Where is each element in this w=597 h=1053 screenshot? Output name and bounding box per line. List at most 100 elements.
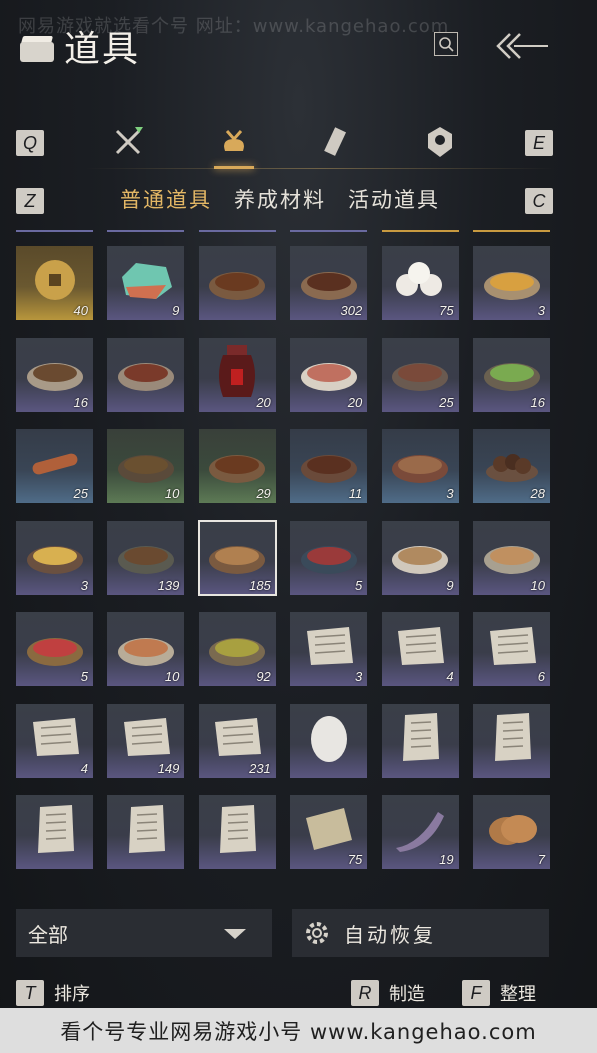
tab-prev-key[interactable]: Q [16,130,44,156]
inventory-slot[interactable]: 20 [198,337,276,412]
subtab-common-items[interactable]: 普通道具 [120,184,212,214]
inventory-slot[interactable] [107,795,185,869]
inventory-slot[interactable]: 231 [198,703,276,778]
meatballs-icon [483,440,541,490]
inventory-slot[interactable]: 7 [473,795,550,869]
inventory-slot[interactable]: 20 [290,337,368,412]
inventory-slot[interactable]: 16 [16,337,93,412]
egg-plate-icon [298,347,360,399]
inventory-slot[interactable]: 25 [381,337,459,412]
item-count: 20 [256,394,271,410]
inventory-slot[interactable]: 10 [107,429,185,503]
active-tab-indicator [214,166,254,169]
item-count: 5 [80,669,88,684]
crossed-swords-icon[interactable] [108,122,148,162]
badge-icon[interactable] [420,122,460,162]
inventory-slot[interactable]: 10 [107,612,185,686]
inventory-slot[interactable]: 3 [473,246,550,320]
item-count: 9 [172,303,180,318]
back-icon[interactable] [492,28,550,64]
subtab-event-items[interactable]: 活动道具 [348,184,440,214]
inventory-slot[interactable]: 185 [197,519,277,596]
inventory-slot[interactable]: 75 [290,795,368,869]
noodle-plate-icon [481,530,543,582]
item-count: 16 [73,394,88,410]
inventory-slot[interactable]: 3 [16,520,93,595]
hint-sort[interactable]: T 排序 [16,980,90,1006]
recipe-paper-icon [118,714,174,764]
item-count: 231 [249,760,271,776]
inventory-slot[interactable]: 3 [290,612,368,686]
inventory-slot[interactable]: 29 [198,429,276,503]
item-box-icon [18,28,58,64]
inventory-slot[interactable]: 11 [290,429,368,503]
inventory-slot[interactable]: 139 [107,520,185,595]
item-count: 75 [439,303,454,318]
letter-icon [32,801,78,861]
inventory-slot[interactable]: 16 [473,337,550,412]
inventory-slot[interactable]: 149 [107,703,185,778]
tab-next-key[interactable]: E [525,130,553,156]
stone-pot-icon [115,530,177,582]
auto-restore-button[interactable]: 自动恢复 [292,909,549,957]
pastry-bowl-icon [206,530,268,582]
egg-icon [306,710,352,768]
soup-bowl-icon [481,256,543,308]
inventory-slot[interactable]: 40 [16,246,93,320]
key-hints: T 排序 R 制造 F 整理 [16,980,576,1010]
item-count: 5 [354,577,363,593]
column-accent-line [107,230,185,232]
inventory-slot[interactable]: 28 [473,429,550,503]
column-accent-line [381,230,459,232]
inventory-slot[interactable] [198,795,276,869]
inventory-slot[interactable]: 4 [381,612,459,686]
column-accent-line [198,230,276,232]
letter-icon [397,709,443,769]
pouch-icon[interactable] [214,122,254,162]
inventory-slot[interactable]: 3 [381,429,459,503]
inventory-slot[interactable] [381,703,459,778]
tab-divider [86,168,556,169]
inventory-slot[interactable] [16,795,93,869]
inventory-slot[interactable]: 92 [198,612,276,686]
subtab-next-key[interactable]: C [525,188,553,214]
subtab-growth-materials[interactable]: 养成材料 [234,184,326,214]
mushroom-bowl-icon [115,439,177,491]
auto-restore-label: 自动恢复 [344,922,436,947]
inventory-slot[interactable] [198,246,276,320]
inventory-slot[interactable]: 6 [473,612,550,686]
column-accent-line [473,230,550,232]
inventory-slot[interactable] [473,703,550,778]
subtab-prev-key[interactable]: Z [16,188,44,214]
item-count: 185 [249,577,271,593]
recipe-paper-icon [209,714,265,764]
inventory-slot[interactable]: 25 [16,429,93,503]
dessert-tray-icon [24,530,86,582]
hint-craft[interactable]: R 制造 [351,980,425,1006]
sausage-icon [26,440,84,490]
item-count: 28 [530,486,545,501]
inventory-slot[interactable]: 19 [381,795,459,869]
inventory-slot[interactable]: 9 [381,520,459,595]
inventory-slot[interactable]: 5 [16,612,93,686]
hint-organize[interactable]: F 整理 [462,980,536,1006]
hint-craft-key: R [351,980,379,1006]
inventory-slot[interactable]: 10 [473,520,550,595]
inventory-slot[interactable]: 75 [381,246,459,320]
search-icon[interactable] [434,32,458,56]
letter-icon [123,801,169,861]
gear-icon [306,922,328,944]
item-count: 139 [157,577,180,593]
inventory-slot[interactable] [107,337,185,412]
recipe-paper-icon [484,623,540,673]
inventory-slot[interactable]: 5 [290,520,368,595]
item-count: 4 [80,760,88,776]
scroll-icon[interactable] [316,122,356,162]
item-count: 25 [439,394,454,410]
inventory-slot[interactable]: 9 [107,246,185,320]
inventory-slot[interactable] [290,703,368,778]
inventory-slot[interactable]: 4 [16,703,93,778]
inventory-slot[interactable]: 302 [290,246,368,320]
stew-pot-icon [206,439,268,491]
filter-dropdown[interactable]: 全部 [16,909,272,957]
